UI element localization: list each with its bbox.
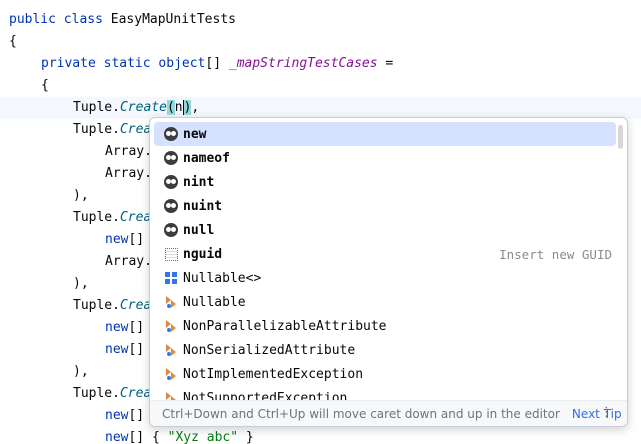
completion-item-new[interactable]: new	[154, 122, 616, 146]
completion-item-hint: Insert new GUID	[499, 246, 612, 262]
code-line-7: Array.	[105, 144, 152, 159]
class-icon	[163, 366, 179, 382]
completion-item-label: NonSerializedAttribute	[183, 342, 356, 358]
code-line-3: private static object[] _mapStringTestCa…	[41, 56, 394, 71]
guid-template-icon	[163, 246, 179, 262]
completion-item-nullable[interactable]: Nullable	[154, 290, 616, 314]
code-line-4: {	[41, 78, 49, 93]
code-line-13: ),	[73, 276, 89, 291]
completion-item-nameof[interactable]: nameof	[154, 146, 616, 170]
code-line-5: Tuple.Create(n),	[73, 100, 200, 115]
completion-item-nuint[interactable]: nuint	[154, 194, 616, 218]
class-icon	[163, 318, 179, 334]
completion-item-nint[interactable]: nint	[154, 170, 616, 194]
keyword-icon	[163, 150, 179, 166]
class-icon	[163, 342, 179, 358]
completion-item-null[interactable]: null	[154, 218, 616, 242]
keyword-icon	[163, 126, 179, 142]
code-line-6: Tuple.Crea	[73, 122, 152, 137]
code-line-17: ),	[73, 364, 89, 379]
completion-item-label: nint	[183, 174, 215, 190]
code-line-8: Array.	[105, 166, 152, 181]
completion-item-label: Nullable<>	[183, 270, 262, 286]
struct-icon	[163, 270, 179, 286]
completion-popup: new nameof nint nuint null nguid Insert …	[149, 117, 628, 427]
more-options-icon[interactable]: ⋮	[600, 405, 613, 420]
code-line-14: Tuple.Crea	[73, 298, 152, 313]
code-line-11: new[]	[105, 232, 145, 247]
keyword-icon	[163, 222, 179, 238]
keyword-icon	[163, 198, 179, 214]
code-line-16: new[]	[105, 342, 145, 357]
completion-list[interactable]: new nameof nint nuint null nguid Insert …	[150, 122, 620, 402]
completion-item-nonparallelizable[interactable]: NonParallelizableAttribute	[154, 314, 616, 338]
code-line-2: {	[9, 34, 17, 49]
completion-item-label: new	[183, 126, 207, 142]
completion-item-nguid[interactable]: nguid Insert new GUID	[154, 242, 616, 266]
completion-item-nullable-generic[interactable]: Nullable<>	[154, 266, 616, 290]
tip-text: Ctrl+Down and Ctrl+Up will move caret do…	[162, 406, 560, 421]
completion-item-label: Nullable	[183, 294, 246, 310]
code-line-9: ),	[73, 188, 89, 203]
completion-scrollbar[interactable]	[618, 125, 623, 149]
next-tip-link[interactable]: Next Tip	[572, 407, 622, 421]
keyword-icon	[163, 174, 179, 190]
completion-item-label: nuint	[183, 198, 223, 214]
completion-item-label: nameof	[183, 150, 230, 166]
typed-text: n	[174, 100, 183, 115]
completion-item-label: nguid	[183, 246, 223, 262]
completion-item-label: NotImplementedException	[183, 366, 364, 382]
completion-item-nonserialized[interactable]: NonSerializedAttribute	[154, 338, 616, 362]
code-line-1: public class EasyMapUnitTests	[9, 12, 236, 27]
code-line-19: new[]	[105, 408, 145, 423]
class-icon	[163, 294, 179, 310]
code-line-10: Tuple.Crea	[73, 210, 152, 225]
code-line-15: new[]	[105, 320, 145, 335]
completion-footer: Ctrl+Down and Ctrl+Up will move caret do…	[150, 400, 627, 426]
completion-item-notimplemented[interactable]: NotImplementedException	[154, 362, 616, 386]
code-line-20: new[] { "Xyz abc" }	[105, 430, 254, 444]
completion-item-label: NonParallelizableAttribute	[183, 318, 387, 334]
completion-item-label: null	[183, 222, 215, 238]
code-line-12: Array.	[105, 254, 152, 269]
code-line-18: Tuple.Crea	[73, 386, 152, 401]
